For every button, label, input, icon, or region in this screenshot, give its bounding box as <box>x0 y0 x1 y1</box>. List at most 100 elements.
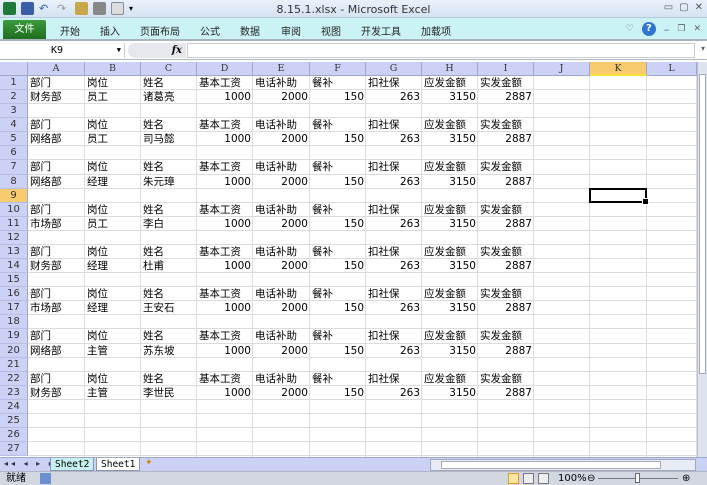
row-header[interactable]: 2 <box>0 90 28 105</box>
close-icon[interactable]: ✕ <box>695 2 703 13</box>
data-cell[interactable]: 李世民 <box>141 386 197 400</box>
insert-function-button[interactable]: fx <box>128 43 186 58</box>
tab-file[interactable]: 文件 <box>3 20 46 39</box>
row-header[interactable]: 17 <box>0 301 28 316</box>
tab-formulas[interactable]: 公式 <box>200 23 220 38</box>
header-cell[interactable]: 实发金额 <box>478 160 534 174</box>
data-cell[interactable]: 2887 <box>478 90 534 104</box>
header-cell[interactable]: 姓名 <box>141 245 197 259</box>
scroll-thumb[interactable] <box>699 74 706 374</box>
data-cell[interactable]: 1000 <box>197 301 253 315</box>
page-break-view-icon[interactable] <box>538 473 549 484</box>
data-cell[interactable]: 3150 <box>422 344 478 358</box>
header-cell[interactable]: 电话补助 <box>253 372 310 386</box>
header-cell[interactable]: 应发金额 <box>422 287 478 301</box>
vertical-scrollbar[interactable] <box>697 62 707 457</box>
data-cell[interactable]: 财务部 <box>28 259 85 273</box>
header-cell[interactable]: 基本工资 <box>197 329 253 343</box>
data-cell[interactable]: 150 <box>310 90 366 104</box>
header-cell[interactable]: 餐补 <box>310 203 366 217</box>
row-header[interactable]: 7 <box>0 160 28 175</box>
zoom-slider-thumb[interactable] <box>635 473 640 483</box>
data-cell[interactable]: 263 <box>366 217 422 231</box>
header-cell[interactable]: 实发金额 <box>478 76 534 90</box>
row-header[interactable]: 10 <box>0 202 28 217</box>
row-header[interactable]: 9 <box>0 188 28 203</box>
data-cell[interactable]: 263 <box>366 259 422 273</box>
header-cell[interactable]: 岗位 <box>85 287 141 301</box>
header-cell[interactable]: 姓名 <box>141 329 197 343</box>
header-cell[interactable]: 餐补 <box>310 372 366 386</box>
tab-review[interactable]: 审阅 <box>281 23 301 38</box>
column-header-b[interactable]: B <box>85 62 141 76</box>
data-cell[interactable]: 150 <box>310 301 366 315</box>
header-cell[interactable]: 岗位 <box>85 160 141 174</box>
header-cell[interactable]: 扣社保 <box>366 372 422 386</box>
data-cell[interactable]: 员工 <box>85 217 141 231</box>
data-cell[interactable]: 263 <box>366 175 422 189</box>
header-cell[interactable]: 扣社保 <box>366 203 422 217</box>
data-cell[interactable]: 市场部 <box>28 301 85 315</box>
data-cell[interactable]: 2887 <box>478 301 534 315</box>
data-cell[interactable]: 杜甫 <box>141 259 197 273</box>
header-cell[interactable]: 应发金额 <box>422 329 478 343</box>
data-cell[interactable]: 司马懿 <box>141 132 197 146</box>
header-cell[interactable]: 基本工资 <box>197 203 253 217</box>
row-header[interactable]: 21 <box>0 357 28 372</box>
header-cell[interactable]: 应发金额 <box>422 372 478 386</box>
column-header-i[interactable]: I <box>478 62 534 76</box>
row-header[interactable]: 14 <box>0 259 28 274</box>
data-cell[interactable]: 网络部 <box>28 132 85 146</box>
column-header-j[interactable]: J <box>534 62 590 76</box>
row-header[interactable]: 23 <box>0 385 28 400</box>
tab-page-layout[interactable]: 页面布局 <box>140 23 180 38</box>
header-cell[interactable]: 实发金额 <box>478 287 534 301</box>
workbook-restore-icon[interactable]: ❐ <box>677 24 685 34</box>
header-cell[interactable]: 餐补 <box>310 245 366 259</box>
row-header[interactable]: 5 <box>0 132 28 147</box>
header-cell[interactable]: 姓名 <box>141 372 197 386</box>
data-cell[interactable]: 经理 <box>85 259 141 273</box>
header-cell[interactable]: 姓名 <box>141 287 197 301</box>
data-cell[interactable]: 财务部 <box>28 386 85 400</box>
page-layout-view-icon[interactable] <box>523 473 534 484</box>
zoom-in-icon[interactable]: ⊕ <box>682 472 690 485</box>
header-cell[interactable]: 电话补助 <box>253 287 310 301</box>
data-cell[interactable]: 263 <box>366 132 422 146</box>
row-header[interactable]: 1 <box>0 76 28 91</box>
row-header[interactable]: 12 <box>0 230 28 245</box>
data-cell[interactable]: 3150 <box>422 386 478 400</box>
header-cell[interactable]: 实发金额 <box>478 203 534 217</box>
data-cell[interactable]: 网络部 <box>28 175 85 189</box>
header-cell[interactable]: 应发金额 <box>422 118 478 132</box>
column-header-f[interactable]: F <box>310 62 366 76</box>
name-box[interactable]: K9 ▼ <box>3 43 125 58</box>
minimize-ribbon-icon[interactable]: ♡ <box>626 24 634 34</box>
data-cell[interactable]: 2887 <box>478 344 534 358</box>
data-cell[interactable]: 2887 <box>478 386 534 400</box>
header-cell[interactable]: 实发金额 <box>478 329 534 343</box>
data-cell[interactable]: 2887 <box>478 259 534 273</box>
data-cell[interactable]: 150 <box>310 386 366 400</box>
header-cell[interactable]: 扣社保 <box>366 245 422 259</box>
formula-input[interactable] <box>187 43 695 58</box>
data-cell[interactable]: 263 <box>366 90 422 104</box>
insert-sheet-icon[interactable]: ✦ <box>145 458 153 468</box>
data-cell[interactable]: 1000 <box>197 90 253 104</box>
data-cell[interactable]: 263 <box>366 301 422 315</box>
workbook-close-icon[interactable]: ✕ <box>693 24 701 34</box>
data-cell[interactable]: 苏东坡 <box>141 344 197 358</box>
data-cell[interactable]: 2000 <box>253 344 310 358</box>
header-cell[interactable]: 基本工资 <box>197 287 253 301</box>
row-header[interactable]: 4 <box>0 118 28 133</box>
data-cell[interactable]: 财务部 <box>28 90 85 104</box>
data-cell[interactable]: 3150 <box>422 217 478 231</box>
row-header[interactable]: 6 <box>0 146 28 161</box>
data-cell[interactable]: 2000 <box>253 386 310 400</box>
data-cell[interactable]: 2000 <box>253 175 310 189</box>
column-header-l[interactable]: L <box>647 62 697 76</box>
row-header[interactable]: 3 <box>0 104 28 119</box>
header-cell[interactable]: 姓名 <box>141 203 197 217</box>
row-header[interactable]: 24 <box>0 399 28 414</box>
header-cell[interactable]: 餐补 <box>310 287 366 301</box>
